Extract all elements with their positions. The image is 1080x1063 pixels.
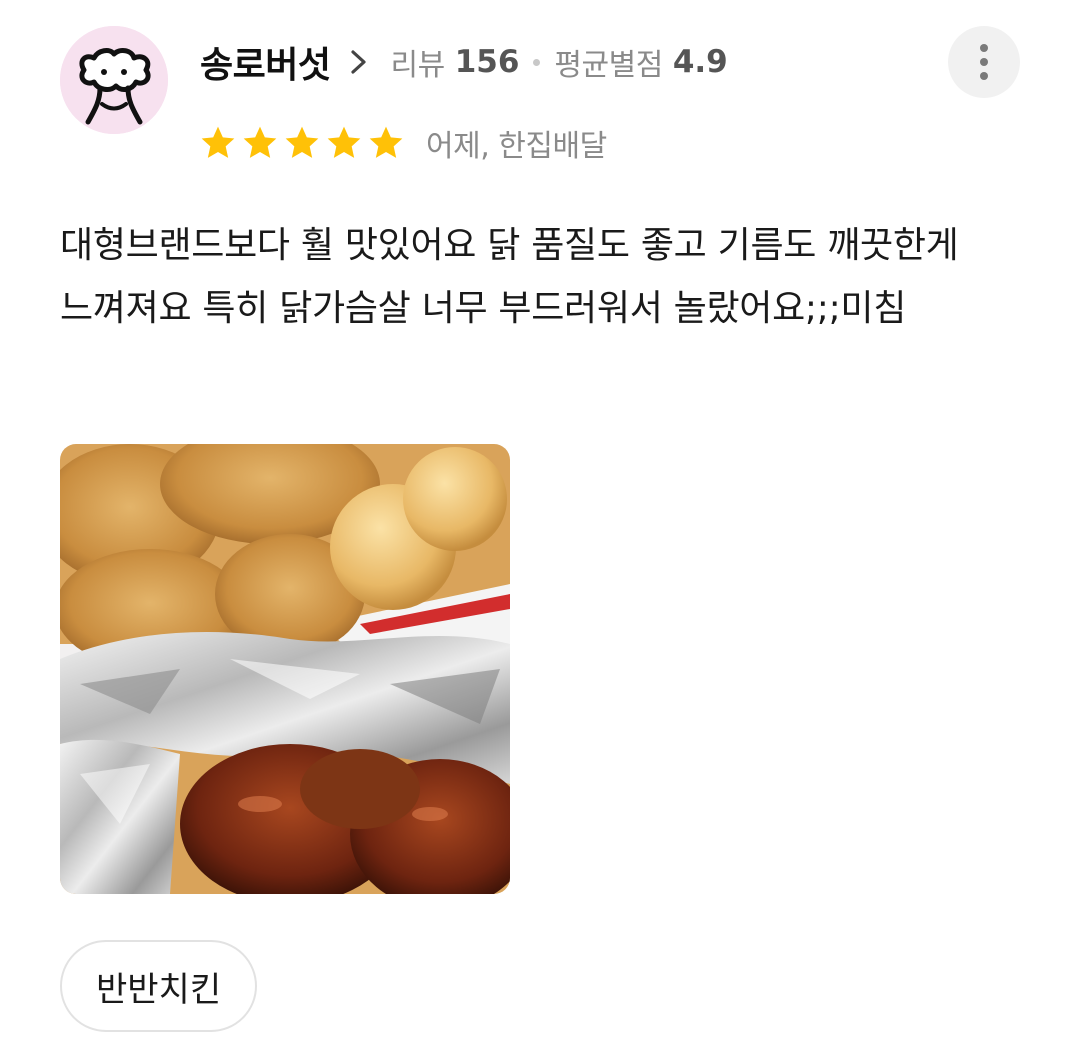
reviewer-header: 송로버섯 리뷰 156 평균별점 4.9: [200, 30, 728, 94]
sheep-dog-avatar-icon: [60, 26, 168, 134]
rating-row: 어제, 한집배달: [198, 118, 607, 168]
review-card: 송로버섯 리뷰 156 평균별점 4.9 어제, 한집배달 대형브랜드보다 훨 …: [0, 0, 1080, 1063]
reviewer-avatar[interactable]: [60, 26, 168, 134]
review-count-label: 리뷰: [390, 48, 445, 83]
review-body: 대형브랜드보다 훨 맛있어요 닭 품질도 좋고 기름도 깨끗한게 느껴져요 특히…: [60, 225, 959, 329]
review-count: 156: [454, 44, 520, 80]
menu-tag-chip[interactable]: 반반치킨: [60, 940, 258, 1032]
star-icon: [369, 126, 403, 158]
star-icon: [201, 126, 235, 158]
star-icon: [285, 126, 319, 158]
more-options-button[interactable]: [948, 26, 1020, 98]
review-photo[interactable]: [60, 444, 510, 894]
avg-rating-label: 평균별점: [554, 48, 663, 83]
chevron-right-icon[interactable]: [348, 47, 370, 77]
separator-dot: [533, 58, 541, 66]
avg-rating: 4.9: [672, 44, 728, 80]
more-vertical-icon: [980, 44, 988, 52]
fried-chicken-photo: [60, 444, 510, 894]
reviewer-nickname[interactable]: 송로버섯: [200, 36, 331, 88]
review-date-method: 어제, 한집배달: [426, 129, 607, 164]
star-rating: [198, 123, 406, 163]
star-icon: [327, 126, 361, 158]
star-icon: [243, 126, 277, 158]
